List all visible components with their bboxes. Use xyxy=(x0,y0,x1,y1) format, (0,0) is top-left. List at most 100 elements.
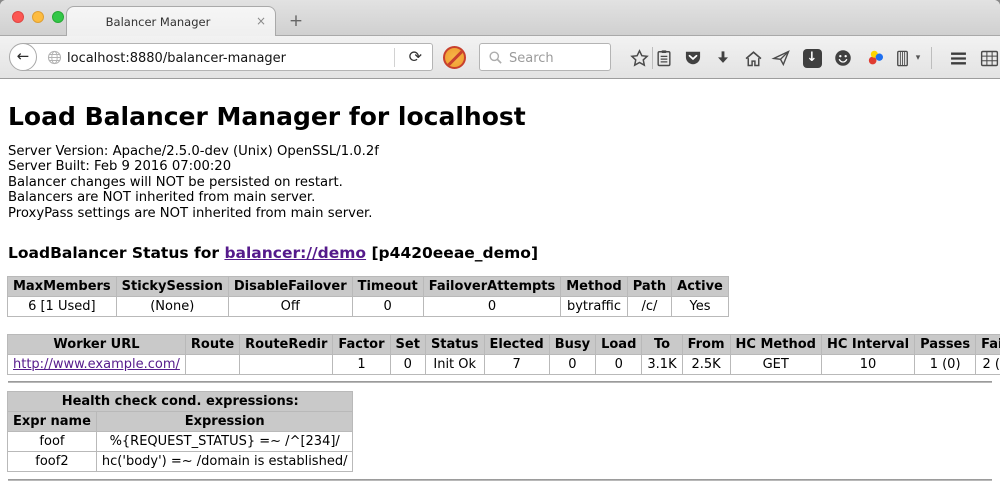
col-expression: Expression xyxy=(96,412,353,432)
health-check-table: Health check cond. expressions: Expr nam… xyxy=(7,391,353,472)
video-download-helper-icon[interactable]: ↓ xyxy=(800,46,824,70)
cell-maxmembers: 6 [1 Used] xyxy=(8,297,117,317)
status-suffix: [p4420eeae_demo] xyxy=(366,244,538,262)
col-to: To xyxy=(642,335,682,355)
balancers-note-line: Balancers are NOT inherited from main se… xyxy=(8,190,992,205)
home-icon[interactable] xyxy=(741,46,765,70)
col-factor: Factor xyxy=(333,335,390,355)
cell-path: /c/ xyxy=(627,297,671,317)
col-set: Set xyxy=(390,335,425,355)
cell-active: Yes xyxy=(672,297,729,317)
proxypass-note-line: ProxyPass settings are NOT inherited fro… xyxy=(8,206,992,221)
col-timeout: Timeout xyxy=(352,277,423,297)
search-icon xyxy=(488,50,503,65)
health-data-row: foof2 hc('body') =~ /domain is establish… xyxy=(8,452,353,472)
worker-url-link[interactable]: http://www.example.com/ xyxy=(13,357,180,372)
balancer-header-row: MaxMembers StickySession DisableFailover… xyxy=(8,277,729,297)
col-route: Route xyxy=(185,335,239,355)
downloads-icon[interactable] xyxy=(711,46,735,70)
col-passes: Passes xyxy=(915,335,976,355)
page-title: Load Balancer Manager for localhost xyxy=(8,102,992,131)
health-header-row: Expr name Expression xyxy=(8,412,353,432)
new-tab-button[interactable]: + xyxy=(284,11,308,31)
worker-header-row: Worker URL Route RouteRedir Factor Set S… xyxy=(8,335,1000,355)
tab-bar: Balancer Manager × + xyxy=(0,0,1000,36)
server-info: Server Version: Apache/2.5.0-dev (Unix) … xyxy=(8,144,992,221)
search-input[interactable] xyxy=(507,45,607,71)
col-method: Method xyxy=(561,277,627,297)
minimize-window-button[interactable] xyxy=(32,11,44,23)
col-elected: Elected xyxy=(484,335,549,355)
col-fails: Fails xyxy=(976,335,1000,355)
tab-close-icon[interactable]: × xyxy=(256,14,266,28)
cell-disablefailover: Off xyxy=(228,297,352,317)
col-hc-method: HC Method xyxy=(730,335,821,355)
tab-balancer-manager[interactable]: Balancer Manager × xyxy=(66,6,276,36)
cell-hc-interval: 10 xyxy=(821,355,914,375)
cell-stickysession: (None) xyxy=(116,297,228,317)
pocket-icon[interactable] xyxy=(681,46,705,70)
health-table-caption: Health check cond. expressions: xyxy=(8,392,353,412)
cell-to: 3.1K xyxy=(642,355,682,375)
server-version-line: Server Version: Apache/2.5.0-dev (Unix) … xyxy=(8,144,992,159)
loadbalancer-status-heading: LoadBalancer Status for balancer://demo … xyxy=(8,244,992,262)
cell-busy: 0 xyxy=(549,355,595,375)
toolbar-separator xyxy=(931,47,932,69)
col-routeredir: RouteRedir xyxy=(240,335,333,355)
col-load: Load xyxy=(596,335,642,355)
reload-icon[interactable]: ⟳ xyxy=(409,47,422,66)
balancer-demo-link[interactable]: balancer://demo xyxy=(224,244,366,262)
col-path: Path xyxy=(627,277,671,297)
cell-route xyxy=(185,355,239,375)
cell-method: bytraffic xyxy=(561,297,627,317)
send-plane-icon[interactable] xyxy=(769,46,793,70)
balancer-table: MaxMembers StickySession DisableFailover… xyxy=(7,276,729,317)
col-worker-url: Worker URL xyxy=(8,335,186,355)
cell-fails: 2 (0) xyxy=(976,355,1000,375)
col-stickysession: StickySession xyxy=(116,277,228,297)
search-bar[interactable] xyxy=(479,43,611,71)
url-bar[interactable]: ⟳ xyxy=(22,43,433,71)
cell-expression-foof2: hc('body') =~ /domain is established/ xyxy=(96,452,353,472)
cell-timeout: 0 xyxy=(352,297,423,317)
bookmark-star-icon[interactable] xyxy=(627,46,651,70)
colored-dots-addon-icon[interactable] xyxy=(864,46,888,70)
col-hc-interval: HC Interval xyxy=(821,335,914,355)
navigation-toolbar: ← ⟳ xyxy=(0,36,1000,79)
cell-expression-foof: %{REQUEST_STATUS} =~ /^[234]/ xyxy=(96,432,353,452)
worker-table: Worker URL Route RouteRedir Factor Set S… xyxy=(7,334,1000,375)
cell-set: 0 xyxy=(390,355,425,375)
cell-expr-name-foof2: foof2 xyxy=(8,452,97,472)
tab-groups-icon[interactable] xyxy=(977,46,1000,70)
health-caption-row: Health check cond. expressions: xyxy=(8,392,353,412)
health-data-row: foof %{REQUEST_STATUS} =~ /^[234]/ xyxy=(8,432,353,452)
col-active: Active xyxy=(672,277,729,297)
section-divider xyxy=(8,381,992,383)
zoom-window-button[interactable] xyxy=(52,11,64,23)
back-button[interactable]: ← xyxy=(9,43,37,71)
cell-elected: 7 xyxy=(484,355,549,375)
col-busy: Busy xyxy=(549,335,595,355)
cell-worker-url: http://www.example.com/ xyxy=(8,355,186,375)
balancer-data-row: 6 [1 Used] (None) Off 0 0 bytraffic /c/ … xyxy=(8,297,729,317)
col-failoverattempts: FailoverAttempts xyxy=(423,277,561,297)
menu-hamburger-icon[interactable] xyxy=(946,46,970,70)
tab-title: Balancer Manager xyxy=(67,15,249,29)
cell-from: 2.5K xyxy=(682,355,730,375)
col-from: From xyxy=(682,335,730,355)
feedback-smiley-icon[interactable] xyxy=(831,46,855,70)
server-built-line: Server Built: Feb 9 2016 07:00:20 xyxy=(8,159,992,174)
close-window-button[interactable] xyxy=(12,11,24,23)
reading-list-icon[interactable] xyxy=(652,46,676,70)
col-maxmembers: MaxMembers xyxy=(8,277,117,297)
blocked-plugin-icon[interactable] xyxy=(443,46,466,69)
bottom-divider xyxy=(8,479,992,481)
persist-note-line: Balancer changes will NOT be persisted o… xyxy=(8,175,992,190)
col-status: Status xyxy=(425,335,484,355)
cell-factor: 1 xyxy=(333,355,390,375)
url-input[interactable] xyxy=(65,45,379,71)
chevron-down-icon[interactable]: ▾ xyxy=(911,46,925,70)
page-content: Load Balancer Manager for localhost Serv… xyxy=(0,79,1000,481)
cell-load: 0 xyxy=(596,355,642,375)
cell-hc-method: GET xyxy=(730,355,821,375)
